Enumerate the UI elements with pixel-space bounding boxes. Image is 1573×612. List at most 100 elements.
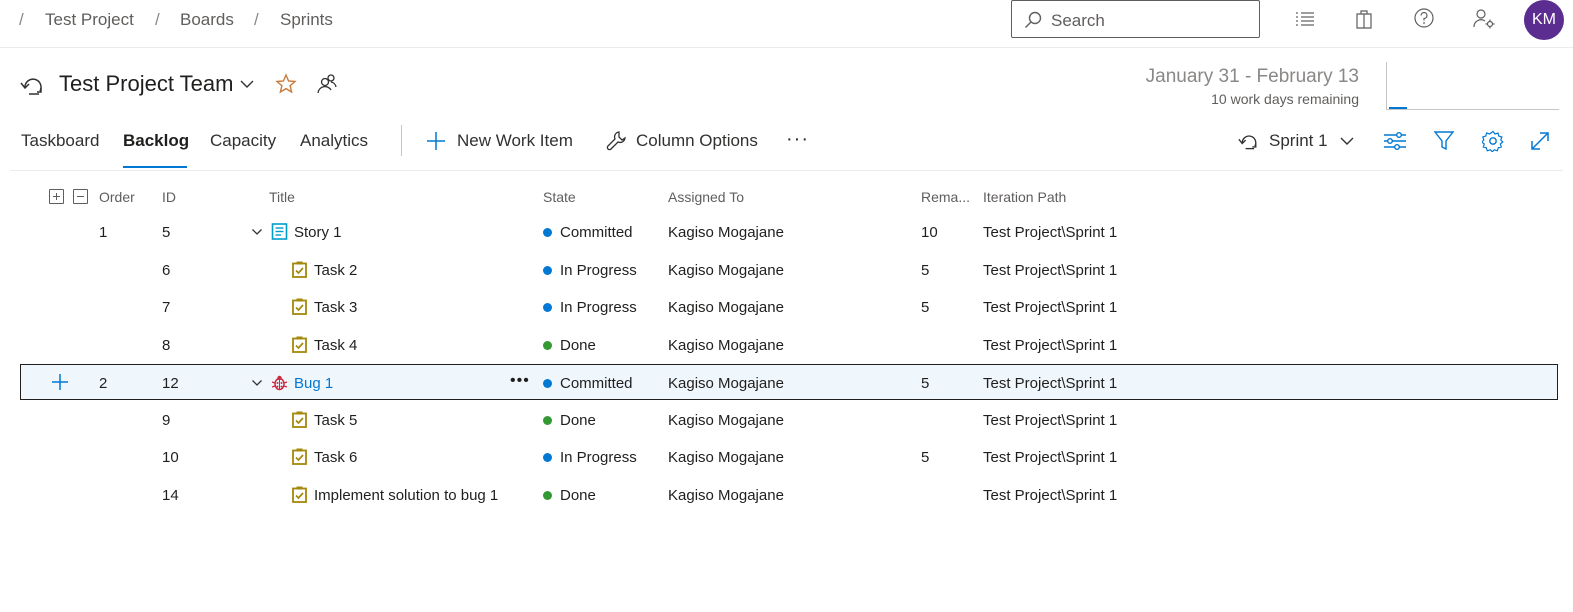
iteration-path-cell: Test Project\Sprint 1 bbox=[983, 224, 1118, 241]
toolbar-divider bbox=[10, 170, 1563, 171]
tab-taskboard[interactable]: Taskboard bbox=[21, 131, 99, 151]
filter-icon[interactable] bbox=[1433, 130, 1455, 152]
state-cell: In Progress bbox=[560, 262, 637, 279]
column-header-remaining-work[interactable]: Rema... bbox=[921, 189, 970, 205]
task-icon bbox=[292, 411, 307, 428]
breadcrumb-separator: / bbox=[155, 10, 160, 29]
title-cell[interactable]: Task 5 bbox=[314, 412, 357, 429]
task-icon bbox=[292, 448, 307, 465]
column-header-state[interactable]: State bbox=[543, 189, 576, 205]
title-cell[interactable]: Task 4 bbox=[314, 337, 357, 354]
favorite-star-icon[interactable] bbox=[275, 73, 297, 95]
remaining-work-cell: 5 bbox=[921, 262, 930, 279]
team-name[interactable]: Test Project Team bbox=[59, 71, 233, 97]
assigned-to-cell: Kagiso Mogajane bbox=[668, 337, 784, 354]
search-icon bbox=[1025, 11, 1042, 28]
column-header-id[interactable]: ID bbox=[162, 189, 176, 205]
state-cell: Done bbox=[560, 337, 596, 354]
help-icon[interactable] bbox=[1411, 6, 1437, 32]
settings-gear-icon[interactable] bbox=[1482, 130, 1504, 152]
state-cell: Done bbox=[560, 412, 596, 429]
breadcrumb-project[interactable]: Test Project bbox=[45, 10, 134, 30]
table-row[interactable]: 7 Task 3 In Progress Kagiso Mogajane 5 Test … bbox=[20, 289, 1558, 325]
iteration-path-cell: Test Project\Sprint 1 bbox=[983, 412, 1118, 429]
id-cell: 9 bbox=[162, 412, 171, 429]
task-icon bbox=[292, 486, 307, 503]
id-cell: 14 bbox=[162, 487, 179, 504]
add-task-plus-icon[interactable] bbox=[51, 373, 69, 391]
breadcrumb-boards[interactable]: Boards bbox=[180, 10, 234, 30]
row-more-actions-button[interactable]: ••• bbox=[510, 372, 530, 390]
table-row[interactable]: 9 Task 5 Done Kagiso Mogajane Test Project\… bbox=[20, 402, 1558, 438]
column-header-order[interactable]: Order bbox=[99, 189, 135, 205]
collapse-all-button[interactable] bbox=[73, 189, 88, 204]
sprint-cycle-icon bbox=[20, 78, 42, 95]
table-row[interactable]: 2 12 Bug 1 ••• Committed Kagiso Mogajane 5 Tes… bbox=[20, 364, 1558, 400]
sprint-picker[interactable]: Sprint 1 bbox=[1269, 131, 1328, 151]
column-header-assigned-to[interactable]: Assigned To bbox=[668, 189, 744, 205]
tab-backlog[interactable]: Backlog bbox=[123, 131, 189, 151]
work-items-list-icon[interactable] bbox=[1292, 6, 1318, 32]
table-row[interactable]: 1 5 Story 1 Committed Kagiso Mogajane 10 Test… bbox=[20, 214, 1558, 250]
team-members-icon[interactable] bbox=[316, 73, 338, 95]
view-options-sliders-icon[interactable] bbox=[1383, 130, 1407, 152]
assigned-to-cell: Kagiso Mogajane bbox=[668, 412, 784, 429]
column-header-title[interactable]: Title bbox=[269, 189, 295, 205]
active-tab-indicator bbox=[123, 166, 187, 168]
iteration-path-cell: Test Project\Sprint 1 bbox=[983, 262, 1118, 279]
state-dot-icon bbox=[543, 491, 552, 500]
title-cell[interactable]: Bug 1 bbox=[294, 375, 333, 392]
remaining-work-cell: 5 bbox=[921, 375, 930, 392]
title-cell[interactable]: Task 3 bbox=[314, 299, 357, 316]
new-work-item-button[interactable]: New Work Item bbox=[457, 131, 573, 151]
remaining-work-cell: 5 bbox=[921, 299, 930, 316]
top-bar: / Test Project / Boards / Sprints Search bbox=[0, 0, 1573, 48]
state-dot-icon bbox=[543, 416, 552, 425]
state-cell: Committed bbox=[560, 375, 633, 392]
state-dot-icon bbox=[543, 303, 552, 312]
column-options-button[interactable]: Column Options bbox=[636, 131, 758, 151]
user-story-icon bbox=[271, 223, 288, 240]
task-icon bbox=[292, 298, 307, 315]
bug-icon bbox=[271, 375, 288, 391]
tab-capacity[interactable]: Capacity bbox=[210, 131, 276, 151]
chevron-down-icon[interactable] bbox=[251, 227, 263, 237]
breadcrumb-separator: / bbox=[19, 10, 24, 29]
title-cell[interactable]: Task 6 bbox=[314, 449, 357, 466]
toolbar-divider bbox=[401, 125, 402, 156]
breadcrumb-sprints[interactable]: Sprints bbox=[280, 10, 333, 30]
table-row[interactable]: 10 Task 6 In Progress Kagiso Mogajane 5 Test… bbox=[20, 439, 1558, 475]
task-icon bbox=[292, 336, 307, 353]
plus-icon[interactable] bbox=[425, 130, 447, 152]
assigned-to-cell: Kagiso Mogajane bbox=[668, 299, 784, 316]
table-row[interactable]: 8 Task 4 Done Kagiso Mogajane Test Project\… bbox=[20, 327, 1558, 363]
iteration-path-cell: Test Project\Sprint 1 bbox=[983, 375, 1118, 392]
avatar[interactable]: KM bbox=[1524, 0, 1564, 40]
fullscreen-expand-icon[interactable] bbox=[1529, 130, 1551, 152]
id-cell: 7 bbox=[162, 299, 171, 316]
table-row[interactable]: 6 Task 2 In Progress Kagiso Mogajane 5 Test … bbox=[20, 252, 1558, 288]
sprint-date-range: January 31 - February 13 bbox=[1145, 66, 1359, 87]
assigned-to-cell: Kagiso Mogajane bbox=[668, 224, 784, 241]
wrench-icon[interactable] bbox=[605, 130, 627, 152]
burndown-mini-chart[interactable] bbox=[1386, 62, 1559, 110]
iteration-path-cell: Test Project\Sprint 1 bbox=[983, 487, 1118, 504]
title-cell[interactable]: Story 1 bbox=[294, 224, 342, 241]
column-header-iteration-path[interactable]: Iteration Path bbox=[983, 189, 1066, 205]
tab-analytics[interactable]: Analytics bbox=[300, 131, 368, 151]
state-cell: Committed bbox=[560, 224, 633, 241]
title-cell[interactable]: Implement solution to bug 1 bbox=[314, 487, 498, 504]
chevron-down-icon[interactable] bbox=[251, 378, 263, 388]
state-dot-icon bbox=[543, 379, 552, 388]
state-dot-icon bbox=[543, 266, 552, 275]
chevron-down-icon[interactable] bbox=[1339, 135, 1355, 147]
title-cell[interactable]: Task 2 bbox=[314, 262, 357, 279]
iteration-path-cell: Test Project\Sprint 1 bbox=[983, 337, 1118, 354]
user-settings-icon[interactable] bbox=[1471, 6, 1497, 32]
chevron-down-icon[interactable] bbox=[239, 78, 255, 90]
more-actions-button[interactable]: ··· bbox=[786, 128, 809, 151]
marketplace-bag-icon[interactable] bbox=[1351, 6, 1377, 32]
search-input[interactable]: Search bbox=[1011, 0, 1260, 38]
expand-all-button[interactable] bbox=[49, 189, 64, 204]
table-row[interactable]: 14 Implement solution to bug 1 Done Kagiso… bbox=[20, 477, 1558, 513]
